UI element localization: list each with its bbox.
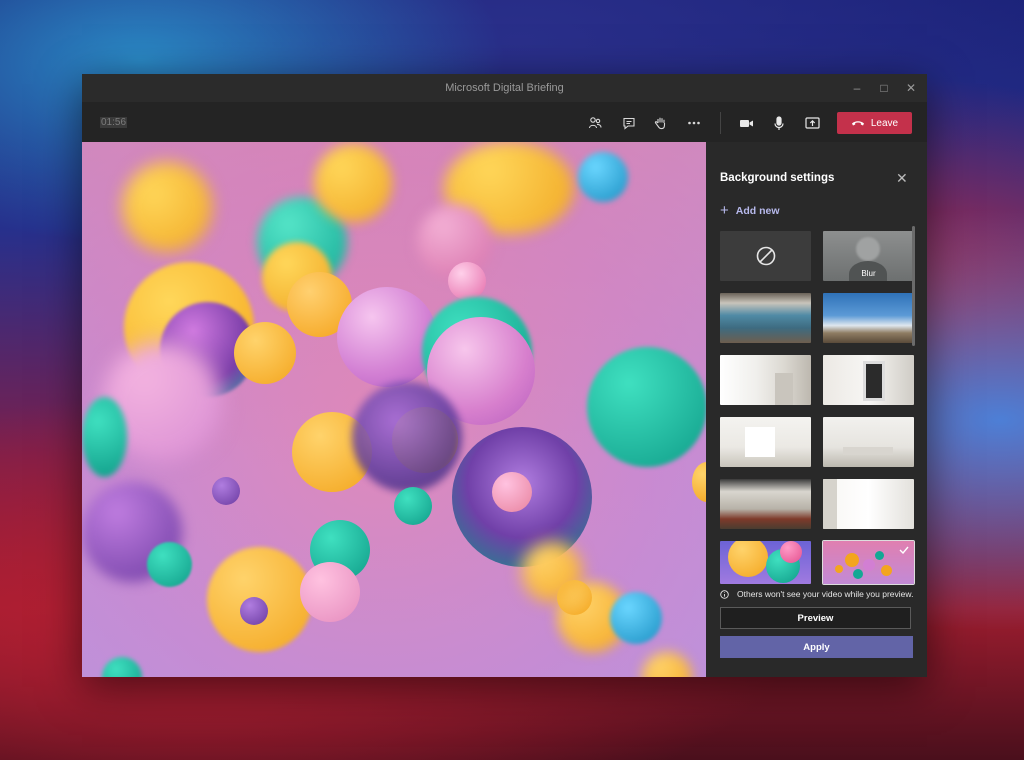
preview-note: Others won't see your video while you pr… <box>720 589 913 599</box>
close-icon: ✕ <box>896 170 908 186</box>
raise-hand-button[interactable] <box>651 114 671 132</box>
window-title: Microsoft Digital Briefing <box>445 82 564 94</box>
sphere <box>82 397 127 477</box>
background-option-room-3[interactable] <box>720 417 811 467</box>
sphere <box>337 287 437 387</box>
background-option-office[interactable] <box>720 293 811 343</box>
background-option-room-5[interactable] <box>823 479 914 529</box>
panel-title: Background settings <box>720 172 835 184</box>
add-new-label: Add new <box>735 204 780 217</box>
background-option-outdoor[interactable] <box>823 293 914 343</box>
background-option-room-1[interactable] <box>720 355 811 405</box>
share-screen-button[interactable] <box>802 114 822 132</box>
participants-icon <box>588 117 602 129</box>
none-icon <box>756 246 775 266</box>
preview-note-text: Others won't see your video while you pr… <box>737 589 914 599</box>
sphere <box>875 551 884 560</box>
preview-label: Preview <box>797 612 834 624</box>
background-option-none[interactable] <box>720 231 811 281</box>
background-option-room-2[interactable] <box>823 355 914 405</box>
meeting-toolbar: 01:56 Leave <box>82 102 927 142</box>
room-bench-shape <box>843 447 893 455</box>
sphere <box>492 472 532 512</box>
sphere <box>394 487 432 525</box>
leave-label: Leave <box>870 117 899 129</box>
chat-icon <box>623 117 635 130</box>
sphere <box>147 542 192 587</box>
teams-window: Microsoft Digital Briefing – □ ✕ 01:56 L… <box>82 74 927 677</box>
sphere <box>314 144 392 222</box>
sphere <box>578 152 628 202</box>
toolbar-divider <box>720 112 721 134</box>
room-column-shape <box>823 479 837 529</box>
chat-button[interactable] <box>619 114 639 132</box>
sphere <box>522 542 582 602</box>
background-option-room-4[interactable] <box>823 417 914 467</box>
apply-button[interactable]: Apply <box>720 636 913 658</box>
maximize-button[interactable]: □ <box>874 80 894 96</box>
title-bar: Microsoft Digital Briefing – □ ✕ <box>82 74 927 102</box>
thumbnail-scrollbar[interactable] <box>912 226 915 346</box>
room-window-shape <box>745 427 775 457</box>
sphere <box>587 347 706 467</box>
background-settings-panel: Background settings ✕ + Add new Blur Oth… <box>706 142 927 677</box>
background-option-office-2[interactable] <box>720 479 811 529</box>
more-button[interactable] <box>684 114 704 132</box>
sphere <box>845 553 859 567</box>
sphere <box>240 597 268 625</box>
sphere <box>352 382 462 492</box>
share-icon <box>804 117 820 129</box>
preview-button[interactable]: Preview <box>720 607 911 629</box>
sphere <box>212 477 240 505</box>
background-option-blur[interactable]: Blur <box>823 231 914 281</box>
sphere <box>853 569 863 579</box>
background-option-balls-1[interactable] <box>720 541 811 584</box>
sphere <box>835 565 843 573</box>
camera-button[interactable] <box>736 114 756 132</box>
sphere <box>863 559 875 571</box>
sphere <box>780 541 802 563</box>
raise-hand-icon <box>654 117 666 130</box>
sphere <box>234 322 296 384</box>
sphere <box>448 262 486 300</box>
microphone-button[interactable] <box>769 114 789 132</box>
room-wall-shape <box>775 373 793 405</box>
close-panel-button[interactable]: ✕ <box>896 170 908 187</box>
room-door-shape <box>863 361 885 401</box>
sphere <box>728 541 768 577</box>
sphere <box>300 562 360 622</box>
leave-button[interactable]: Leave <box>837 112 912 134</box>
sphere <box>122 162 212 252</box>
sphere <box>881 565 892 576</box>
more-icon <box>688 121 700 125</box>
close-window-button[interactable]: ✕ <box>901 80 921 96</box>
participants-button[interactable] <box>585 114 605 132</box>
mic-icon <box>774 115 784 130</box>
minimize-button[interactable]: – <box>847 80 867 96</box>
video-preview <box>82 142 706 677</box>
meeting-timer: 01:56 <box>100 117 128 128</box>
sphere <box>610 592 662 644</box>
hang-up-icon <box>851 121 864 126</box>
background-option-balls-2-selected[interactable] <box>822 540 915 585</box>
add-new-button[interactable]: + Add new <box>720 202 780 219</box>
blur-label: Blur <box>861 269 876 278</box>
info-icon <box>720 589 729 599</box>
plus-icon: + <box>720 202 729 219</box>
apply-label: Apply <box>803 641 830 653</box>
camera-icon <box>739 120 753 127</box>
blur-avatar-icon <box>856 237 880 261</box>
selected-check-icon <box>899 546 909 554</box>
